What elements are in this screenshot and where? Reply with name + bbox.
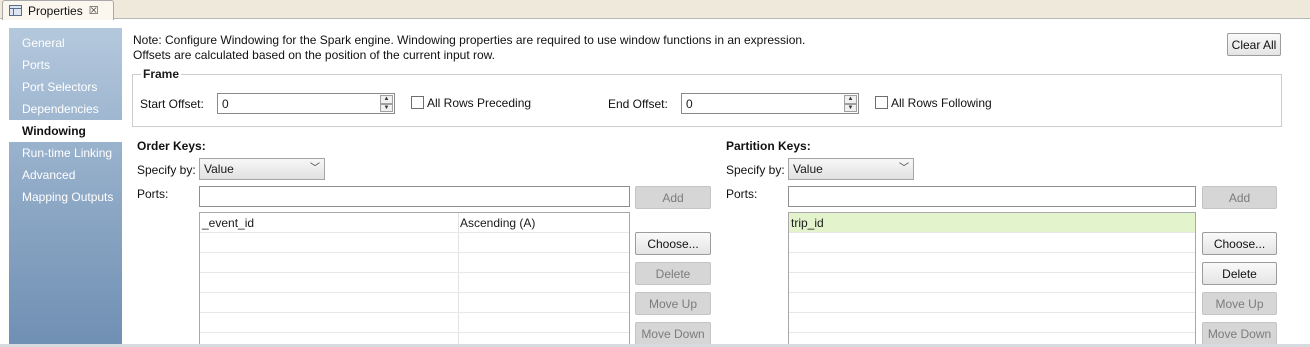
order-specify-label: Specify by: (137, 163, 196, 177)
table-row[interactable]: trip_id (789, 213, 1195, 233)
table-row (789, 273, 1195, 293)
tab-properties[interactable]: Properties ☒ (2, 0, 114, 20)
order-add-button[interactable]: Add (635, 186, 711, 209)
partition-ports-input[interactable] (788, 186, 1196, 207)
spin-up-icon[interactable]: ▲ (844, 95, 857, 104)
all-rows-following-checkbox[interactable] (875, 96, 888, 109)
order-key-port: _event_id (202, 216, 255, 230)
start-offset-spinner[interactable]: 0 ▲ ▼ (217, 93, 395, 114)
sidebar-item-port-selectors[interactable]: Port Selectors (9, 76, 122, 98)
partition-choose-button[interactable]: Choose... (1202, 232, 1277, 255)
order-ports-label: Ports: (137, 187, 169, 201)
sidebar-item-dependencies[interactable]: Dependencies (9, 98, 122, 120)
all-rows-preceding-checkbox[interactable] (411, 96, 424, 109)
order-specify-value: Value (204, 162, 234, 176)
sidebar-item-advanced[interactable]: Advanced (9, 164, 122, 186)
partition-specify-select[interactable]: Value ﹀ (788, 158, 914, 180)
chevron-down-icon: ﹀ (310, 163, 320, 174)
windowing-note: Note: Configure Windowing for the Spark … (133, 33, 805, 63)
order-move-down-button[interactable]: Move Down (635, 322, 711, 345)
all-rows-following-label: All Rows Following (891, 96, 992, 110)
partition-delete-button[interactable]: Delete (1202, 262, 1277, 285)
table-row (789, 233, 1195, 253)
table-row (789, 313, 1195, 333)
start-offset-value: 0 (222, 97, 229, 111)
start-offset-label: Start Offset: (140, 97, 204, 111)
end-offset-value: 0 (686, 97, 693, 111)
table-row (200, 313, 629, 333)
tab-label: Properties (28, 3, 83, 18)
partition-ports-label: Ports: (726, 187, 758, 201)
order-key-direction[interactable]: Ascending (A) (458, 213, 535, 233)
note-line-1: Note: Configure Windowing for the Spark … (133, 33, 806, 47)
sidebar-item-general[interactable]: General (9, 32, 122, 54)
spin-up-icon[interactable]: ▲ (380, 95, 393, 104)
partition-specify-label: Specify by: (726, 163, 785, 177)
sidebar-item-ports[interactable]: Ports (9, 54, 122, 76)
spin-down-icon[interactable]: ▼ (844, 103, 857, 112)
partition-keys-table[interactable]: trip_id (788, 212, 1196, 347)
spin-down-icon[interactable]: ▼ (380, 103, 393, 112)
frame-title: Frame (141, 67, 182, 81)
partition-specify-value: Value (793, 162, 823, 176)
order-keys-title: Order Keys: (137, 139, 206, 153)
partition-add-button[interactable]: Add (1202, 186, 1277, 209)
order-specify-select[interactable]: Value ﹀ (199, 158, 325, 180)
partition-key-port: trip_id (791, 216, 824, 230)
partition-move-down-button[interactable]: Move Down (1202, 322, 1277, 345)
order-choose-button[interactable]: Choose... (635, 232, 711, 255)
sidebar-item-windowing[interactable]: Windowing (9, 120, 122, 142)
order-move-up-button[interactable]: Move Up (635, 292, 711, 315)
partition-move-up-button[interactable]: Move Up (1202, 292, 1277, 315)
sidebar-item-run-time-linking[interactable]: Run-time Linking (9, 142, 122, 164)
all-rows-preceding-label: All Rows Preceding (427, 96, 532, 110)
sidebar-item-mapping-outputs[interactable]: Mapping Outputs (9, 186, 122, 208)
end-offset-spinner[interactable]: 0 ▲ ▼ (681, 93, 859, 114)
table-row (789, 253, 1195, 273)
partition-keys-title: Partition Keys: (726, 139, 811, 153)
chevron-down-icon: ﹀ (899, 163, 909, 174)
order-keys-table[interactable]: _event_id Ascending (A) (199, 212, 630, 347)
properties-icon (9, 5, 22, 16)
table-row (789, 293, 1195, 313)
end-offset-label: End Offset: (608, 97, 668, 111)
table-row (200, 233, 629, 253)
table-row (200, 253, 629, 273)
table-row (200, 273, 629, 293)
order-delete-button[interactable]: Delete (635, 262, 711, 285)
table-row[interactable]: _event_id Ascending (A) (200, 213, 629, 233)
table-row (200, 293, 629, 313)
clear-all-button[interactable]: Clear All (1227, 33, 1281, 56)
note-line-2: Offsets are calculated based on the posi… (133, 48, 495, 62)
sidebar-nav: General Ports Port Selectors Dependencie… (9, 28, 122, 347)
close-icon[interactable]: ☒ (89, 4, 99, 17)
tab-strip (0, 0, 1310, 19)
order-ports-input[interactable] (199, 186, 630, 207)
